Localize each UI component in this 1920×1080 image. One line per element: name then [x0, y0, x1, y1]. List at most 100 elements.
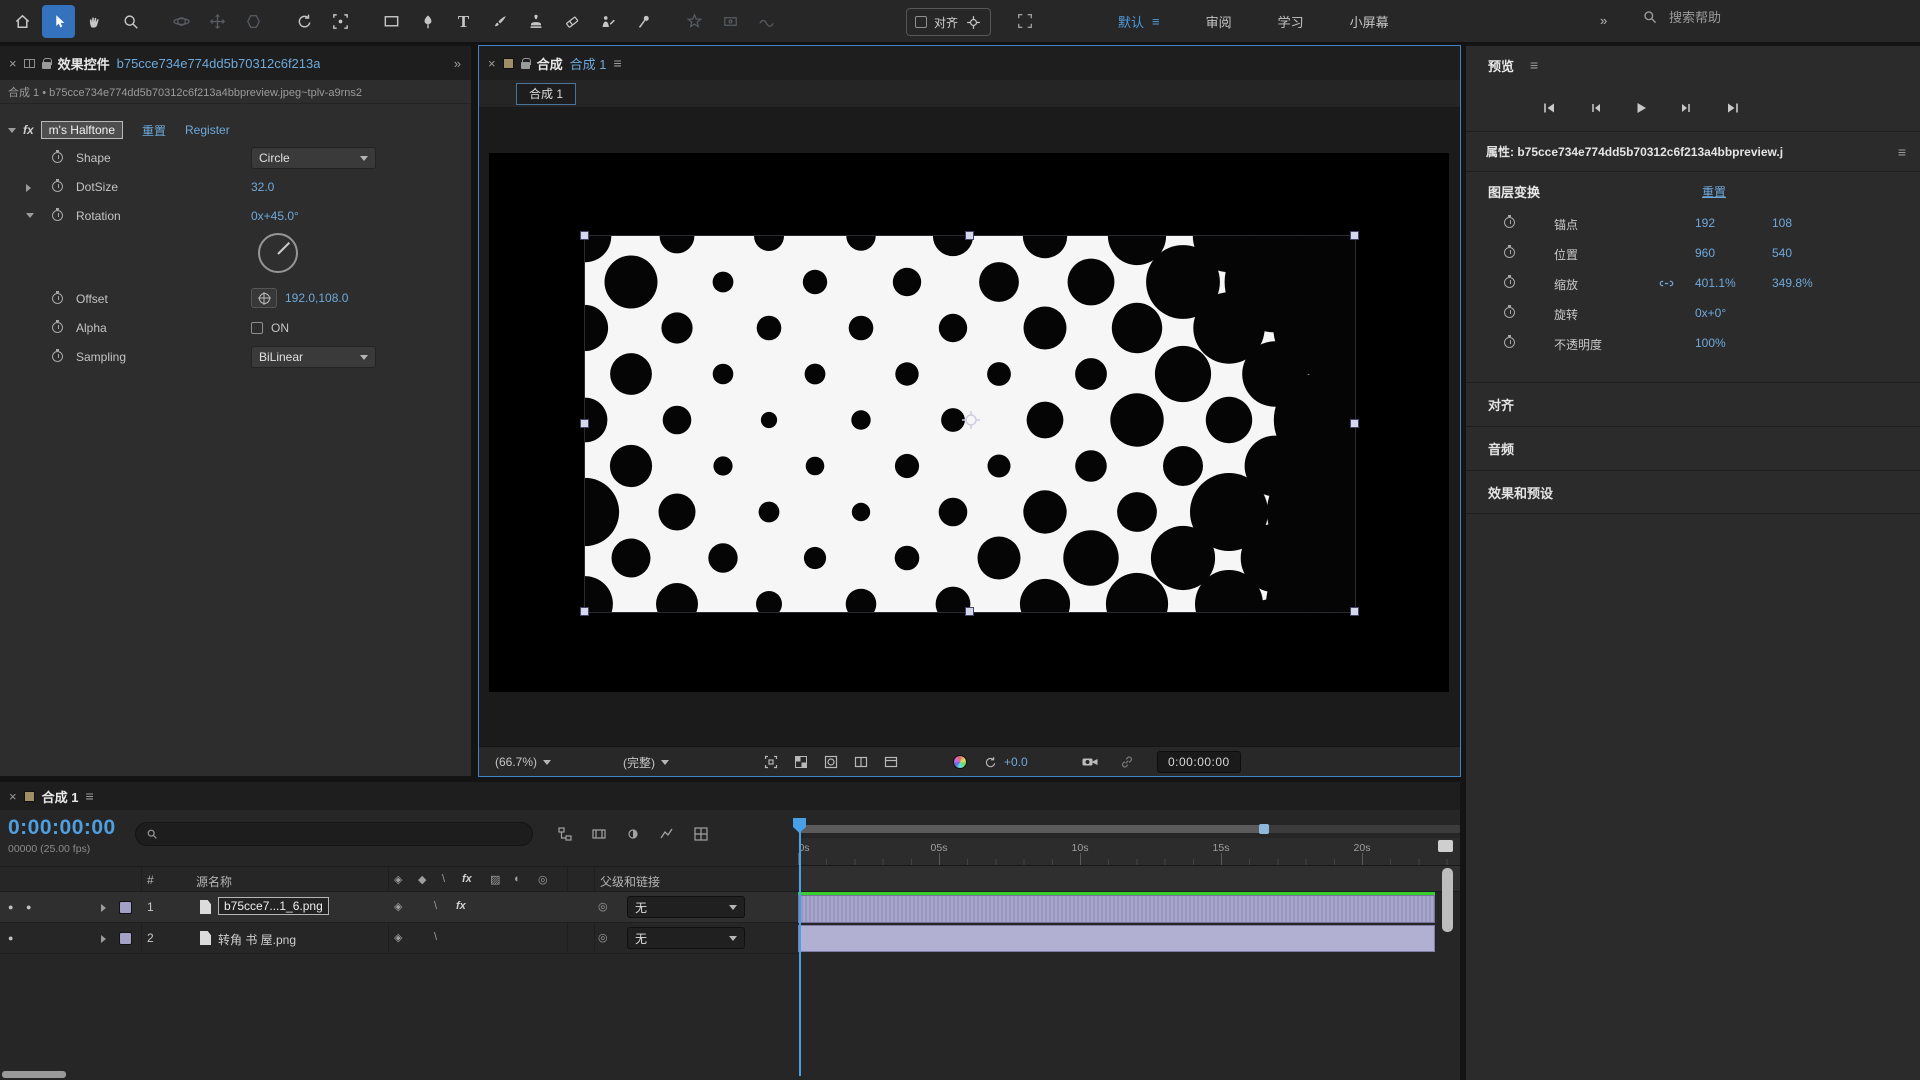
horizontal-scrollbar[interactable] [2, 1071, 66, 1078]
stopwatch-icon[interactable] [52, 293, 63, 304]
switch-quality-icon[interactable]: \ [442, 873, 445, 885]
track-matte-tool-button[interactable] [714, 5, 747, 38]
lock-icon[interactable] [42, 62, 51, 69]
panel-menu-icon[interactable]: ≡ [85, 788, 93, 804]
viewport-timecode[interactable]: 0:00:00:00 [1157, 751, 1241, 773]
resolution-select[interactable]: (完整) [623, 747, 669, 777]
zoom-tool-button[interactable] [114, 5, 147, 38]
rotation-value[interactable]: 0x+0° [1695, 306, 1726, 320]
color-channels-icon[interactable] [953, 755, 967, 769]
audio-section-header[interactable]: 音频 [1466, 426, 1920, 470]
stopwatch-icon[interactable] [52, 210, 63, 221]
snap-target-icon[interactable] [965, 14, 982, 31]
link-dimensions-icon[interactable] [1659, 277, 1674, 290]
selection-tool-button[interactable] [42, 5, 75, 38]
comp-marker-bin[interactable] [1438, 840, 1453, 852]
switch-shy-icon[interactable]: ◈ [394, 873, 402, 886]
preview-panel-header[interactable]: 预览 ≡ [1466, 46, 1920, 84]
effect-register-link[interactable]: Register [185, 123, 230, 137]
go-to-start-button[interactable] [1538, 97, 1560, 119]
layer-audio-toggle[interactable]: ● [26, 902, 31, 912]
selection-handle-middle-left[interactable] [580, 419, 589, 428]
close-panel-icon[interactable]: × [9, 56, 17, 71]
layer-1-duration-bar[interactable] [798, 895, 1435, 923]
viewer-tab[interactable]: 合成 1 [516, 83, 576, 105]
panel-title[interactable]: 效果控件 [58, 54, 110, 73]
layer-color-swatch[interactable] [119, 932, 132, 945]
stopwatch-icon[interactable] [52, 322, 63, 333]
workspace-tab-review[interactable]: 审阅 [1206, 12, 1232, 31]
vertical-scrollbar[interactable] [1442, 868, 1453, 932]
panel-menu-icon[interactable]: ≡ [613, 55, 621, 71]
panel-menu-icon[interactable]: ≡ [1530, 57, 1538, 73]
pickwhip-icon[interactable]: ◎ [598, 900, 608, 913]
sampling-select[interactable]: BiLinear [251, 346, 376, 368]
alpha-checkbox[interactable] [251, 322, 263, 334]
layer-color-swatch[interactable] [119, 901, 132, 914]
pen-tool-button[interactable] [411, 5, 444, 38]
exposure-reset-icon[interactable] [983, 755, 998, 770]
column-parent-link[interactable]: 父级和链接 [600, 873, 660, 890]
position-y-value[interactable]: 540 [1772, 246, 1792, 260]
close-panel-icon[interactable]: × [488, 56, 496, 71]
panel-title[interactable]: 合成 [537, 54, 563, 73]
layer-expander[interactable] [101, 904, 106, 912]
anchor-y-value[interactable]: 108 [1772, 216, 1792, 230]
layer-2-duration-bar[interactable] [798, 925, 1435, 952]
layer-visibility-toggle[interactable]: ● [8, 933, 13, 943]
workspace-tab-learn[interactable]: 学习 [1278, 12, 1304, 31]
rotation-dial[interactable] [258, 233, 298, 273]
clone-stamp-tool-button[interactable] [519, 5, 552, 38]
snapshot-icon[interactable] [763, 754, 779, 770]
expander-down-icon[interactable] [26, 213, 34, 218]
current-timecode[interactable]: 0:00:00:00 [8, 816, 116, 840]
effects-presets-section-header[interactable]: 效果和预设 [1466, 470, 1920, 514]
work-area-end-handle[interactable] [1259, 824, 1269, 834]
guides-icon[interactable] [883, 754, 899, 770]
draft-3d-icon[interactable] [591, 826, 607, 842]
grid-icon[interactable] [693, 826, 709, 842]
timeline-search[interactable] [135, 822, 533, 846]
graph-editor-icon[interactable] [659, 826, 675, 842]
composition-flowchart-icon[interactable] [557, 826, 573, 842]
brush-tool-button[interactable] [483, 5, 516, 38]
switch-motion-blur-icon[interactable]: ◐ [514, 873, 521, 885]
column-layer-number[interactable]: # [147, 873, 154, 887]
stopwatch-icon[interactable] [52, 351, 63, 362]
mask-visibility-icon[interactable] [823, 754, 839, 770]
shape-select[interactable]: Circle [251, 147, 376, 169]
stopwatch-icon[interactable] [52, 181, 63, 192]
composition-viewport[interactable] [489, 153, 1449, 692]
time-ruler[interactable]: 0s 05s 10s 15s 20s [798, 838, 1460, 866]
opacity-value[interactable]: 100% [1695, 336, 1726, 350]
parent-select[interactable]: 无 [627, 896, 745, 918]
workspace-overflow-icon[interactable]: » [1600, 13, 1609, 28]
stopwatch-icon[interactable] [1504, 337, 1515, 348]
motion-blur-icon[interactable] [625, 826, 641, 842]
rotation-value[interactable]: 0x+45.0° [251, 209, 299, 223]
position-x-value[interactable]: 960 [1695, 246, 1715, 260]
dolly-camera-tool-button[interactable] [237, 5, 270, 38]
switch-shy-icon[interactable]: ◈ [394, 900, 402, 913]
snap-checkbox[interactable] [915, 16, 927, 28]
transform-reset-link[interactable]: 重置 [1702, 183, 1726, 200]
layer-row-1[interactable]: ● ● 1 b75cce7...1_6.png ◈ \ fx ◎ 无 [0, 892, 798, 923]
selection-handle-top-center[interactable] [965, 231, 974, 240]
region-of-interest-icon[interactable] [853, 754, 869, 770]
layer-expander[interactable] [101, 935, 106, 943]
effect-name[interactable]: m's Halftone [41, 121, 123, 139]
effect-header-row[interactable]: fx m's Halftone 重置 Register [0, 116, 471, 144]
snap-frame-icon[interactable] [1016, 12, 1034, 30]
document-name[interactable]: b75cce734e774dd5b70312c6f213a [117, 56, 321, 71]
workspace-tab-default[interactable]: 默认 ≡ [1118, 12, 1160, 31]
dotsize-value[interactable]: 32.0 [251, 180, 274, 194]
pan-camera-tool-button[interactable] [201, 5, 234, 38]
previous-frame-button[interactable] [1584, 97, 1606, 119]
mask-feather-tool-button[interactable] [678, 5, 711, 38]
layer-row-2[interactable]: ● 2 转角 书 屋.png ◈ \ ◎ 无 [0, 923, 798, 954]
column-source-name[interactable]: 源名称 [196, 873, 232, 890]
expander-down-icon[interactable] [8, 128, 16, 133]
switch-collapse-icon[interactable]: ◆ [418, 873, 426, 886]
text-tool-button[interactable]: T [447, 5, 480, 38]
selection-handle-bottom-center[interactable] [965, 607, 974, 616]
